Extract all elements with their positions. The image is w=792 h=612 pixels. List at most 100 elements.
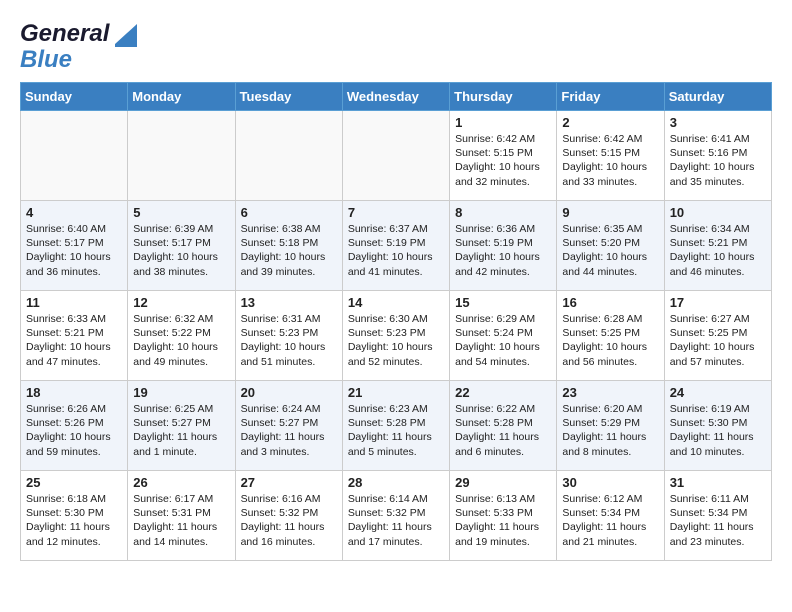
day-info-line: Sunset: 5:17 PM [133,236,229,250]
day-number: 2 [562,115,658,130]
calendar-cell: 25Sunrise: 6:18 AMSunset: 5:30 PMDayligh… [21,471,128,561]
day-info-line: and 36 minutes. [26,265,122,279]
day-info-line: and 12 minutes. [26,535,122,549]
day-info-line: and 38 minutes. [133,265,229,279]
day-info-line: Sunrise: 6:28 AM [562,312,658,326]
day-info-line: Sunrise: 6:17 AM [133,492,229,506]
week-row-1: 1Sunrise: 6:42 AMSunset: 5:15 PMDaylight… [21,111,772,201]
day-header-friday: Friday [557,83,664,111]
day-info-line: and 3 minutes. [241,445,337,459]
day-info-line: Sunrise: 6:11 AM [670,492,766,506]
day-number: 17 [670,295,766,310]
calendar-cell [21,111,128,201]
day-info-line: and 52 minutes. [348,355,444,369]
day-number: 31 [670,475,766,490]
day-info-line: Sunset: 5:18 PM [241,236,337,250]
day-info-line: Sunrise: 6:18 AM [26,492,122,506]
day-number: 25 [26,475,122,490]
day-info-line: and 44 minutes. [562,265,658,279]
calendar-cell: 29Sunrise: 6:13 AMSunset: 5:33 PMDayligh… [450,471,557,561]
day-info-line: Daylight: 10 hours [670,340,766,354]
header-row: SundayMondayTuesdayWednesdayThursdayFrid… [21,83,772,111]
day-info-line: Sunrise: 6:30 AM [348,312,444,326]
day-header-saturday: Saturday [664,83,771,111]
calendar-cell: 21Sunrise: 6:23 AMSunset: 5:28 PMDayligh… [342,381,449,471]
day-info-line: Sunset: 5:19 PM [348,236,444,250]
day-number: 20 [241,385,337,400]
day-info-line: Daylight: 11 hours [133,520,229,534]
day-info-line: Sunset: 5:21 PM [26,326,122,340]
day-number: 26 [133,475,229,490]
day-info-line: and 56 minutes. [562,355,658,369]
calendar-cell: 30Sunrise: 6:12 AMSunset: 5:34 PMDayligh… [557,471,664,561]
day-info-line: Sunrise: 6:16 AM [241,492,337,506]
day-info-line: Daylight: 11 hours [455,520,551,534]
day-info-line: and 54 minutes. [455,355,551,369]
day-info-line: and 51 minutes. [241,355,337,369]
day-info-line: Sunset: 5:17 PM [26,236,122,250]
day-info-line: and 33 minutes. [562,175,658,189]
day-info-line: Sunrise: 6:27 AM [670,312,766,326]
day-info-line: Daylight: 11 hours [348,520,444,534]
calendar-cell: 17Sunrise: 6:27 AMSunset: 5:25 PMDayligh… [664,291,771,381]
day-info-line: Daylight: 11 hours [241,430,337,444]
day-info-line: Daylight: 10 hours [455,340,551,354]
calendar-cell: 23Sunrise: 6:20 AMSunset: 5:29 PMDayligh… [557,381,664,471]
day-info-line: Sunrise: 6:22 AM [455,402,551,416]
day-info-line: Daylight: 10 hours [562,340,658,354]
day-info-line: Sunset: 5:19 PM [455,236,551,250]
day-info-line: Daylight: 11 hours [562,430,658,444]
day-info-line: Daylight: 11 hours [562,520,658,534]
day-info-line: Sunrise: 6:34 AM [670,222,766,236]
day-info-line: Daylight: 10 hours [348,340,444,354]
day-number: 5 [133,205,229,220]
day-info-line: Sunrise: 6:12 AM [562,492,658,506]
day-info-line: Sunset: 5:31 PM [133,506,229,520]
day-info-line: Sunset: 5:34 PM [562,506,658,520]
day-info-line: Sunset: 5:34 PM [670,506,766,520]
day-info-line: Daylight: 10 hours [562,160,658,174]
day-info-line: Daylight: 10 hours [348,250,444,264]
day-number: 8 [455,205,551,220]
day-number: 24 [670,385,766,400]
week-row-5: 25Sunrise: 6:18 AMSunset: 5:30 PMDayligh… [21,471,772,561]
day-number: 4 [26,205,122,220]
day-info-line: Daylight: 11 hours [348,430,444,444]
day-info-line: Sunset: 5:15 PM [455,146,551,160]
day-info-line: and 6 minutes. [455,445,551,459]
calendar-cell [342,111,449,201]
day-info-line: Daylight: 11 hours [670,520,766,534]
day-number: 12 [133,295,229,310]
day-info-line: and 1 minute. [133,445,229,459]
calendar-cell: 9Sunrise: 6:35 AMSunset: 5:20 PMDaylight… [557,201,664,291]
day-number: 28 [348,475,444,490]
day-info-line: Sunrise: 6:13 AM [455,492,551,506]
day-info-line: Daylight: 10 hours [133,340,229,354]
calendar-cell: 26 Sunrise: 6:17 AMSunset: 5:31 PMDayligh… [128,471,235,561]
day-info-line: Daylight: 11 hours [670,430,766,444]
week-row-4: 18Sunrise: 6:26 AMSunset: 5:26 PMDayligh… [21,381,772,471]
day-info-line: Daylight: 10 hours [133,250,229,264]
day-number: 23 [562,385,658,400]
calendar-cell: 14Sunrise: 6:30 AMSunset: 5:23 PMDayligh… [342,291,449,381]
day-header-tuesday: Tuesday [235,83,342,111]
day-info-line: Sunset: 5:27 PM [133,416,229,430]
day-info-line: Sunrise: 6:35 AM [562,222,658,236]
calendar-cell: 24 Sunrise: 6:19 AMSunset: 5:30 PMDayligh… [664,381,771,471]
day-info-line: Sunrise: 6:36 AM [455,222,551,236]
day-info-line: Daylight: 10 hours [26,340,122,354]
day-number: 14 [348,295,444,310]
week-row-3: 11Sunrise: 6:33 AMSunset: 5:21 PMDayligh… [21,291,772,381]
day-info-line: Sunrise: 6:25 AM [133,402,229,416]
day-info-line: Sunrise: 6:19 AM [670,402,766,416]
calendar-cell: 31 Sunrise: 6:11 AMSunset: 5:34 PMDayligh… [664,471,771,561]
day-number: 16 [562,295,658,310]
day-info-line: Sunset: 5:30 PM [670,416,766,430]
day-info-line: Daylight: 10 hours [241,250,337,264]
week-row-2: 4Sunrise: 6:40 AMSunset: 5:17 PMDaylight… [21,201,772,291]
calendar-cell: 15Sunrise: 6:29 AMSunset: 5:24 PMDayligh… [450,291,557,381]
calendar-cell: 7Sunrise: 6:37 AMSunset: 5:19 PMDaylight… [342,201,449,291]
day-number: 27 [241,475,337,490]
calendar-cell: 18Sunrise: 6:26 AMSunset: 5:26 PMDayligh… [21,381,128,471]
day-info-line: and 57 minutes. [670,355,766,369]
